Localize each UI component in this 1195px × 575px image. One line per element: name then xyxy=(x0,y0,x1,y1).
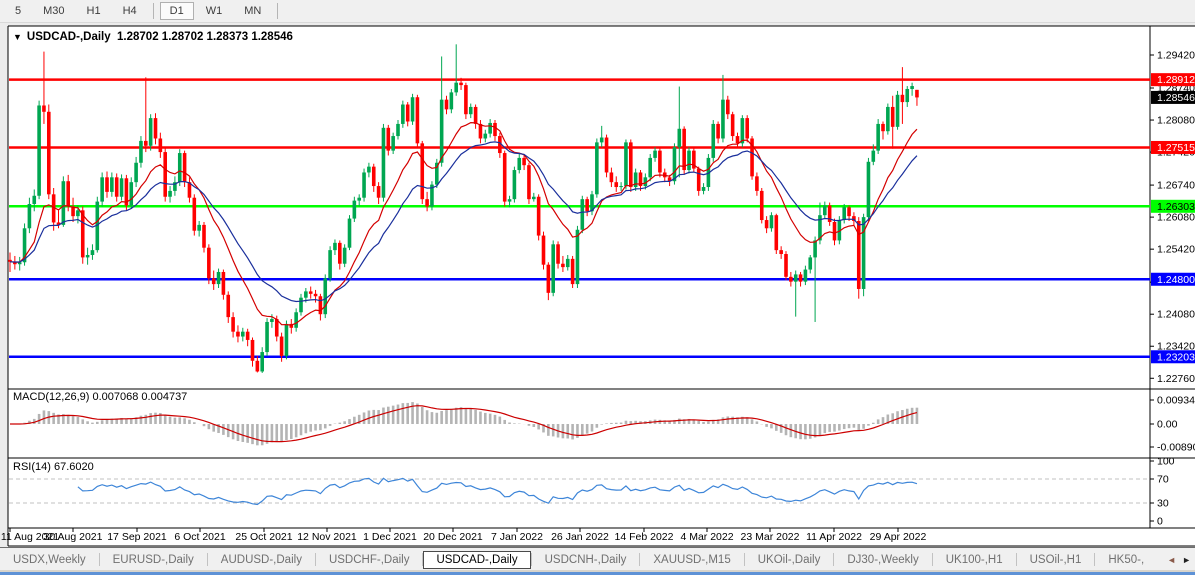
svg-text:0.00: 0.00 xyxy=(1157,419,1178,431)
macd-header: MACD(12,26,9) 0.007068 0.004737 xyxy=(13,391,187,403)
tab-hk50[interactable]: HK50-, xyxy=(1095,551,1157,569)
price-badge: 1.28546 xyxy=(1151,90,1195,104)
svg-text:6 Oct 2021: 6 Oct 2021 xyxy=(174,531,226,543)
tab-usoil-h1[interactable]: USOil-,H1 xyxy=(1017,551,1095,569)
svg-text:29 Apr 2022: 29 Apr 2022 xyxy=(870,531,927,543)
tab-scroll-right-icon[interactable]: ► xyxy=(1182,555,1191,565)
tab-eurusd-daily[interactable]: EURUSD-,Daily xyxy=(100,551,207,569)
svg-text:100: 100 xyxy=(1157,456,1175,468)
svg-text:17 Sep 2021: 17 Sep 2021 xyxy=(107,531,167,543)
price-badge: 1.26303 xyxy=(1151,199,1195,213)
tab-scroll-arrows: ◄ ► xyxy=(1167,555,1195,565)
chart-title-symbol: USDCAD-,Daily xyxy=(26,31,111,43)
svg-text:1.27515: 1.27515 xyxy=(1157,142,1195,154)
price-badge: 1.27515 xyxy=(1151,140,1195,154)
price-badge: 1.23203 xyxy=(1151,350,1195,364)
svg-text:0.009345: 0.009345 xyxy=(1157,395,1195,407)
tab-ukoil-daily[interactable]: UKOil-,Daily xyxy=(745,551,834,569)
svg-text:70: 70 xyxy=(1157,474,1169,486)
chart-tabs-bar: USDX,Weekly EURUSD-,Daily AUDUSD-,Daily USD… xyxy=(0,547,1195,571)
tab-usdchf-daily[interactable]: USDCHF-,Daily xyxy=(316,551,423,569)
macd-values: 0.007068 0.004737 xyxy=(92,391,188,403)
tab-usdcad-daily[interactable]: USDCAD-,Daily xyxy=(423,550,531,569)
price-badge: 1.24800 xyxy=(1151,272,1195,286)
timeframe-h1[interactable]: H1 xyxy=(77,2,111,20)
tab-usdcnh-daily[interactable]: USDCNH-,Daily xyxy=(532,551,640,569)
svg-text:26 Jan 2022: 26 Jan 2022 xyxy=(551,531,609,543)
timeframe-m30[interactable]: M30 xyxy=(33,2,74,20)
chart-title: ▼ USDCAD-,Daily 1.28702 1.28702 1.28373 1… xyxy=(13,31,293,43)
svg-text:1.26080: 1.26080 xyxy=(1157,212,1195,224)
svg-text:1 Dec 2021: 1 Dec 2021 xyxy=(363,531,417,543)
svg-text:12 Nov 2021: 12 Nov 2021 xyxy=(297,531,357,543)
tab-xauusd-m15[interactable]: XAUUSD-,M15 xyxy=(640,551,743,569)
svg-text:1.24800: 1.24800 xyxy=(1157,274,1195,286)
svg-text:1.25420: 1.25420 xyxy=(1157,244,1195,256)
rsi-header: RSI(14) 67.6020 xyxy=(13,461,94,473)
chart-title-ohlc: 1.28702 1.28702 1.28373 1.28546 xyxy=(117,31,293,43)
svg-text:1.26303: 1.26303 xyxy=(1157,201,1195,213)
svg-text:7 Jan 2022: 7 Jan 2022 xyxy=(491,531,543,543)
svg-text:1.28546: 1.28546 xyxy=(1157,92,1195,104)
tab-uk100-h1[interactable]: UK100-,H1 xyxy=(933,551,1016,569)
svg-text:14 Feb 2022: 14 Feb 2022 xyxy=(615,531,674,543)
svg-text:1.23203: 1.23203 xyxy=(1157,351,1195,363)
svg-text:1.26740: 1.26740 xyxy=(1157,180,1195,192)
tab-audusd-daily[interactable]: AUDUSD-,Daily xyxy=(208,551,315,569)
svg-text:1.28080: 1.28080 xyxy=(1157,115,1195,127)
svg-text:25 Oct 2021: 25 Oct 2021 xyxy=(235,531,292,543)
toolbar-separator xyxy=(152,3,154,19)
tab-scroll-left-icon[interactable]: ◄ xyxy=(1167,555,1176,565)
svg-text:-0.008902: -0.008902 xyxy=(1157,442,1195,454)
rsi-values: 67.6020 xyxy=(53,461,94,473)
timeframe-5[interactable]: 5 xyxy=(5,2,31,20)
symbol-dropdown-icon[interactable]: ▼ xyxy=(13,32,22,42)
svg-text:23 Mar 2022: 23 Mar 2022 xyxy=(741,531,800,543)
timeframe-mn[interactable]: MN xyxy=(234,2,271,20)
svg-text:1.22760: 1.22760 xyxy=(1157,373,1195,385)
toolbar-separator xyxy=(277,3,279,19)
svg-text:30: 30 xyxy=(1157,498,1169,510)
tab-usdx-weekly[interactable]: USDX,Weekly xyxy=(0,551,99,569)
svg-text:1.29420: 1.29420 xyxy=(1157,50,1195,62)
time-axis[interactable]: 11 Aug 202130 Aug 2021 17 Sep 2021 6 Oct 2… xyxy=(1,528,927,543)
timeframe-w1[interactable]: W1 xyxy=(196,2,233,20)
timeframe-d1[interactable]: D1 xyxy=(159,2,194,20)
rsi-label: RSI(14) xyxy=(13,461,51,473)
timeframe-h4[interactable]: H4 xyxy=(113,2,147,20)
svg-text:1.24080: 1.24080 xyxy=(1157,309,1195,321)
macd-label: MACD(12,26,9) xyxy=(13,391,90,403)
chart-canvas[interactable]: 1.294201.287401.280801.274201.267401.260… xyxy=(0,0,1195,575)
tab-dj30-weekly[interactable]: DJ30-,Weekly xyxy=(834,551,931,569)
timeframe-toolbar: 5 M30 H1 H4 D1 W1 MN xyxy=(0,0,1195,23)
svg-text:11 Apr 2022: 11 Apr 2022 xyxy=(806,531,862,543)
svg-text:1.28912: 1.28912 xyxy=(1157,74,1195,86)
svg-text:0: 0 xyxy=(1157,516,1163,528)
svg-text:20 Dec 2021: 20 Dec 2021 xyxy=(423,531,483,543)
price-badge: 1.28912 xyxy=(1151,73,1195,87)
svg-text:4 Mar 2022: 4 Mar 2022 xyxy=(680,531,733,543)
svg-text:30 Aug 2021: 30 Aug 2021 xyxy=(44,531,103,543)
